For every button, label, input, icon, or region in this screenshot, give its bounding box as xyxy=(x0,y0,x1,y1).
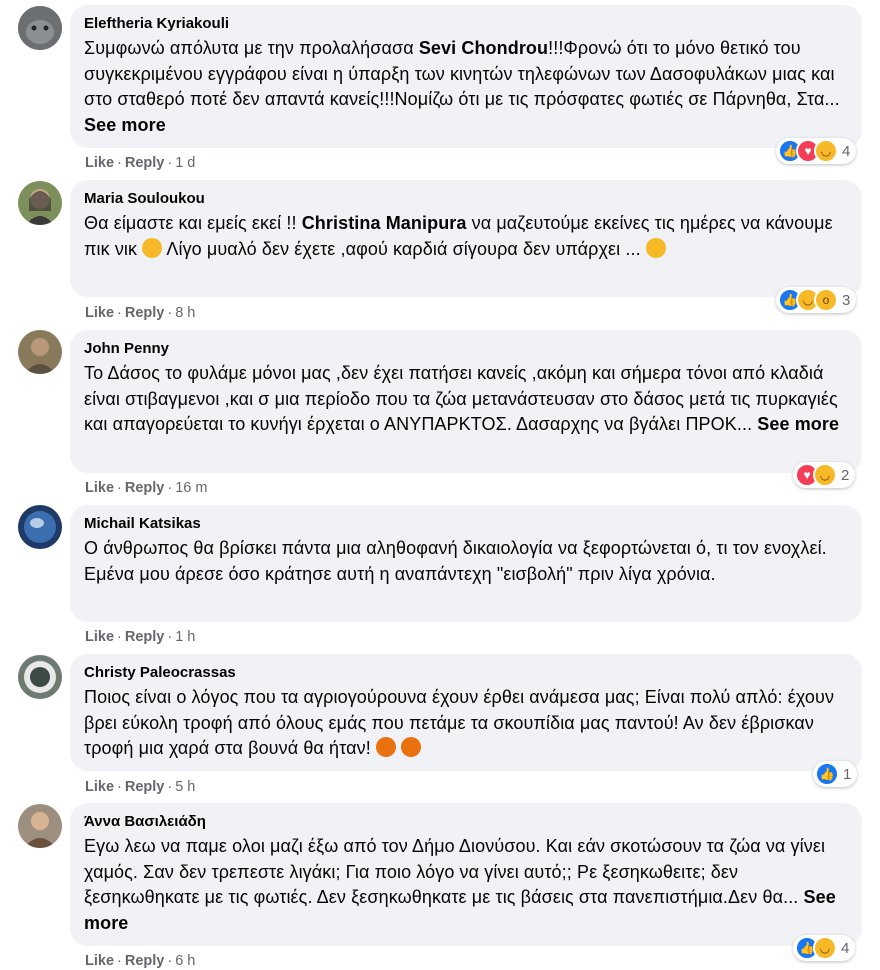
like-link[interactable]: Like xyxy=(85,629,114,645)
avatar-image xyxy=(18,655,62,699)
reactions-summary[interactable]: 👍 ◡ o 3 xyxy=(776,287,857,313)
avatar[interactable] xyxy=(18,804,62,848)
haha-reaction-icon: ◡ xyxy=(813,936,837,960)
reply-link[interactable]: Reply xyxy=(125,779,165,795)
comment-text: Ποιος είναι ο λόγος που τα αγριογούρουνα… xyxy=(84,685,848,762)
comment-text: Συμφωνώ απόλυτα με την προλαλήσασα Sevi … xyxy=(84,36,848,138)
reaction-count: 4 xyxy=(842,142,851,160)
text-segment: Λίγο μυαλό δεν έχετε ,αφού καρδιά σίγουρ… xyxy=(162,238,646,259)
avatar[interactable] xyxy=(18,655,62,699)
comment-text: Εγω λεω να παμε ολοι μαζι έξω από τον Δή… xyxy=(84,834,848,936)
reply-link[interactable]: Reply xyxy=(125,953,165,969)
reactions-summary[interactable]: 👍 ♥ ◡ 4 xyxy=(776,138,857,164)
comment-author[interactable]: Άννα Βασιλειάδη xyxy=(84,813,848,831)
comment-actions: Like · Reply · 1 d xyxy=(85,155,196,171)
comment-actions: Like · Reply · 16 m xyxy=(85,480,208,496)
comment-author[interactable]: Maria Souloukou xyxy=(84,190,848,208)
reply-link[interactable]: Reply xyxy=(125,155,165,171)
comment-time[interactable]: 1 d xyxy=(175,155,195,171)
comment-author[interactable]: Eleftheria Kyriakouli xyxy=(84,15,848,33)
comment-bubble: Christy Paleocrassas Ποιος είναι ο λόγος… xyxy=(70,654,862,771)
reaction-count: 3 xyxy=(842,291,851,309)
see-more-link[interactable]: See more xyxy=(84,115,166,135)
reply-link[interactable]: Reply xyxy=(125,480,165,496)
see-more-link[interactable]: See more xyxy=(757,414,839,434)
comment-bubble: Eleftheria Kyriakouli Συμφωνώ απόλυτα με… xyxy=(70,5,862,148)
comment-actions: Like · Reply · 6 h xyxy=(85,953,196,969)
avatar-image xyxy=(18,330,62,374)
comment-actions: Like · Reply · 1 h xyxy=(85,629,196,645)
comment-time[interactable]: 5 h xyxy=(175,779,195,795)
comment-text: Θα είμαστε και εμείς εκεί !! Christina M… xyxy=(84,211,848,262)
reaction-count: 2 xyxy=(841,466,850,484)
reaction-count: 1 xyxy=(843,765,852,783)
avatar-image xyxy=(18,505,62,549)
comment-time[interactable]: 6 h xyxy=(175,953,195,969)
avatar-image xyxy=(18,181,62,225)
comment-time[interactable]: 1 h xyxy=(175,629,195,645)
reactions-summary[interactable]: 👍 ◡ 4 xyxy=(793,935,856,961)
haha-reaction-icon: ◡ xyxy=(813,463,837,487)
mention-link[interactable]: Sevi Chondrou xyxy=(419,38,548,58)
text-segment: Το Δάσος το φυλάμε μόνοι μας ,δεν έχει π… xyxy=(84,363,838,434)
text-segment: Συμφωνώ απόλυτα με την προλαλήσασα xyxy=(84,38,419,58)
like-link[interactable]: Like xyxy=(85,480,114,496)
angry-emoji-icon xyxy=(401,737,422,757)
avatar[interactable] xyxy=(18,330,62,374)
comment-bubble: John Penny Το Δάσος το φυλάμε μόνοι μας … xyxy=(70,330,862,473)
comment-text: Ο άνθρωπος θα βρίσκει πάντα μια αληθοφαν… xyxy=(84,538,827,584)
reactions-summary[interactable]: 👍 1 xyxy=(813,761,858,787)
text-segment: Εγω λεω να παμε ολοι μαζι έξω από τον Δή… xyxy=(84,836,826,907)
avatar-image xyxy=(18,6,62,50)
reaction-count: 4 xyxy=(841,939,850,957)
comment-author[interactable]: Christy Paleocrassas xyxy=(84,664,848,682)
comment-author[interactable]: John Penny xyxy=(84,340,848,358)
comment-time[interactable]: 8 h xyxy=(175,305,195,321)
comment-bubble: Άννα Βασιλειάδη Εγω λεω να παμε ολοι μαζ… xyxy=(70,803,862,946)
avatar[interactable] xyxy=(18,505,62,549)
reply-link[interactable]: Reply xyxy=(125,305,165,321)
comment-time[interactable]: 16 m xyxy=(175,480,207,496)
mention-link[interactable]: Christina Manipura xyxy=(302,213,467,233)
like-link[interactable]: Like xyxy=(85,779,114,795)
comment-actions: Like · Reply · 5 h xyxy=(85,779,196,795)
text-segment: Θα είμαστε και εμείς εκεί !! xyxy=(84,213,302,233)
angry-emoji-icon xyxy=(375,737,396,757)
comment-author[interactable]: Michail Katsikas xyxy=(84,515,848,533)
comment-actions: Like · Reply · 8 h xyxy=(85,305,196,321)
avatar-image xyxy=(18,804,62,848)
like-link[interactable]: Like xyxy=(85,155,114,171)
text-segment: Ποιος είναι ο λόγος που τα αγριογούρουνα… xyxy=(84,687,835,758)
like-reaction-icon: 👍 xyxy=(815,762,839,786)
avatar[interactable] xyxy=(18,181,62,225)
comment-bubble: Michail Katsikas Ο άνθρωπος θα βρίσκει π… xyxy=(70,505,862,622)
avatar[interactable] xyxy=(18,6,62,50)
wow-reaction-icon: o xyxy=(814,288,838,312)
comment-bubble: Maria Souloukou Θα είμαστε και εμείς εκε… xyxy=(70,180,862,297)
reply-link[interactable]: Reply xyxy=(125,629,165,645)
like-link[interactable]: Like xyxy=(85,305,114,321)
wink-emoji-icon xyxy=(142,237,163,258)
sad-emoji-icon xyxy=(645,237,666,258)
reactions-summary[interactable]: ♥ ◡ 2 xyxy=(793,462,856,488)
like-link[interactable]: Like xyxy=(85,953,114,969)
comment-text: Το Δάσος το φυλάμε μόνοι μας ,δεν έχει π… xyxy=(84,361,848,438)
haha-reaction-icon: ◡ xyxy=(814,139,838,163)
